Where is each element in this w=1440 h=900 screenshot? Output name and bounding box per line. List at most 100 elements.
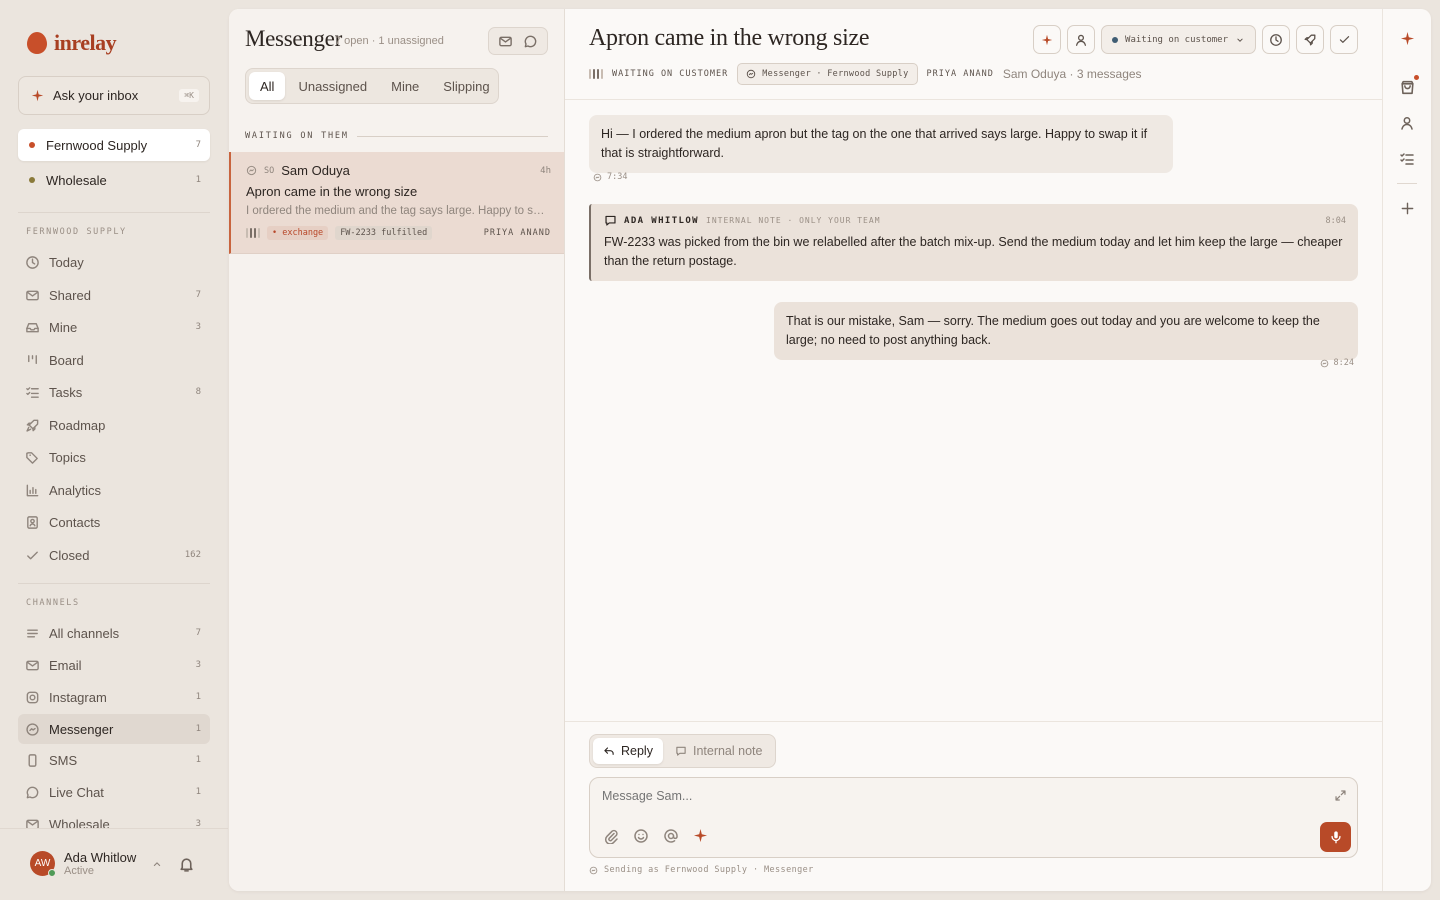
- sidebar-item-topics[interactable]: Topics: [18, 442, 210, 472]
- workspace-name: Fernwood Supply: [46, 137, 148, 153]
- list-tools: [488, 27, 548, 55]
- compose-chat-button[interactable]: [523, 34, 538, 49]
- compose-email-button[interactable]: [498, 34, 513, 49]
- sidebar-item-label: All channels: [49, 625, 120, 641]
- rail-contact-button[interactable]: [1397, 113, 1417, 133]
- sidebar-item-board[interactable]: Board: [18, 345, 210, 375]
- incoming-message-time: 7:34: [593, 172, 627, 182]
- conversation-list: Messenger 7 open · 1 unassigned All Unas…: [229, 9, 565, 891]
- tab-unassigned[interactable]: Unassigned: [287, 72, 378, 100]
- tab-reply[interactable]: Reply: [593, 738, 663, 764]
- rail-tasks-button[interactable]: [1397, 149, 1417, 169]
- channel-chip[interactable]: Messenger · Fernwood Supply: [737, 63, 918, 85]
- messenger-icon: [246, 165, 257, 176]
- check-icon: [1339, 36, 1349, 43]
- sidebar-item-analytics[interactable]: Analytics: [18, 475, 210, 505]
- sidebar-channel-messenger[interactable]: Messenger 1: [18, 714, 210, 744]
- rail-orders-button[interactable]: [1397, 75, 1419, 97]
- chat-bubble-icon: [26, 786, 39, 798]
- user-icon: [1401, 117, 1413, 130]
- tab-internal-note[interactable]: Internal note: [665, 738, 773, 764]
- attach-button[interactable]: [603, 828, 619, 844]
- rail-add-button[interactable]: [1397, 198, 1417, 218]
- rocket-icon: [26, 419, 39, 432]
- sidebar-channel-instagram[interactable]: Instagram 1: [18, 682, 210, 712]
- smiley-icon: [634, 829, 648, 843]
- at-sign-icon: [664, 829, 678, 843]
- sidebar-item-contacts[interactable]: Contacts: [18, 507, 210, 537]
- user-icon: [1076, 34, 1087, 46]
- close-conversation-button[interactable]: [1330, 25, 1358, 54]
- sidebar-item-label: Analytics: [49, 482, 102, 498]
- notifications-button[interactable]: [178, 856, 195, 873]
- rail-ai-button[interactable]: [1397, 28, 1417, 48]
- thread-meta: WAITING ON CUSTOMER Messenger · Fernwood…: [589, 63, 1142, 85]
- sidebar-channel-sms[interactable]: SMS 1: [18, 745, 210, 775]
- tag-order: FW-2233 fulfilled: [335, 226, 433, 240]
- messenger-icon: [26, 722, 39, 736]
- user-menu[interactable]: AW Ada Whitlow Active: [30, 850, 163, 877]
- thread-header: Apron came in the wrong size WAITING ON …: [565, 9, 1382, 100]
- composer-area: Reply Internal note Message Sam... Sendi…: [565, 721, 1382, 891]
- workspace-fernwood-supply[interactable]: Fernwood Supply 7: [18, 129, 210, 161]
- board-icon: [28, 354, 37, 364]
- workspace-dot-icon: [29, 142, 35, 148]
- online-status-icon: [48, 869, 56, 877]
- sidebar: inrelay Ask your inbox ⌘K Fernwood Suppl…: [0, 0, 228, 900]
- priority-bars-icon: [589, 69, 603, 79]
- ai-compose-button[interactable]: [693, 828, 708, 844]
- sidebar-item-count: 7: [195, 290, 201, 300]
- tab-slipping[interactable]: Slipping: [432, 72, 500, 100]
- note-author: ADA WHITLOW: [624, 215, 700, 226]
- expand-composer-button[interactable]: [1334, 789, 1347, 802]
- messenger-icon: [1320, 359, 1328, 367]
- messenger-icon: [747, 69, 756, 79]
- sidebar-item-mine[interactable]: Mine 3: [18, 312, 210, 342]
- chevron-up-icon: [154, 861, 161, 866]
- sidebar-item-shared[interactable]: Shared 7: [18, 280, 210, 310]
- sidebar-item-roadmap[interactable]: Roadmap: [18, 410, 210, 440]
- chevron-down-icon: [1237, 38, 1243, 42]
- app-logo[interactable]: inrelay: [27, 30, 117, 56]
- sidebar-item-closed[interactable]: Closed 162: [18, 540, 210, 570]
- status-dropdown[interactable]: Waiting on customer: [1101, 25, 1256, 54]
- sidebar-item-tasks[interactable]: Tasks 8: [18, 377, 210, 407]
- composer-box: [589, 777, 1358, 858]
- inbox-icon: [26, 322, 39, 332]
- sidebar-item-label: Closed: [49, 547, 90, 563]
- voice-record-button[interactable]: [1320, 822, 1351, 852]
- list-item[interactable]: SO Sam Oduya 4h Apron came in the wrong …: [229, 152, 564, 254]
- microphone-icon: [1330, 831, 1341, 844]
- note-icon: [605, 215, 616, 226]
- channels-section-label: CHANNELS: [26, 598, 80, 608]
- ai-assist-button[interactable]: [1033, 25, 1062, 54]
- messenger-icon: [589, 866, 598, 874]
- tag-exchange: • exchange: [267, 226, 329, 240]
- tab-all[interactable]: All: [249, 72, 286, 100]
- status-dot-icon: [1112, 36, 1119, 43]
- emoji-button[interactable]: [633, 828, 649, 844]
- mention-button[interactable]: [663, 828, 679, 844]
- conversation-subject: Apron came in the wrong size: [246, 184, 418, 199]
- shopping-bag-icon: [1400, 80, 1414, 94]
- sidebar-item-today[interactable]: Today: [18, 247, 210, 277]
- assign-button[interactable]: [1067, 25, 1096, 54]
- sidebar-item-count: 162: [184, 550, 201, 560]
- message-input[interactable]: [602, 789, 1302, 803]
- contact-card-icon: [27, 515, 38, 529]
- sending-as: Sending as Fernwood Supply · Messenger: [589, 865, 814, 875]
- snooze-button[interactable]: [1262, 25, 1290, 54]
- mail-icon: [26, 660, 39, 670]
- ask-inbox-button[interactable]: Ask your inbox ⌘K: [18, 76, 210, 115]
- thread-panel: Apron came in the wrong size WAITING ON …: [565, 9, 1382, 891]
- ask-inbox-shortcut: ⌘K: [179, 89, 199, 102]
- conversation-assignee: PRIYA ANAND: [483, 228, 551, 238]
- sidebar-channel-all[interactable]: All channels 7: [18, 618, 210, 648]
- list-filter-tabs: All Unassigned Mine Slipping: [245, 68, 499, 104]
- status-dropdown-label: Waiting on customer: [1125, 34, 1228, 45]
- sidebar-channel-live-chat[interactable]: Live Chat 1: [18, 777, 210, 807]
- sidebar-channel-email[interactable]: Email 3: [18, 650, 210, 680]
- escalate-button[interactable]: [1296, 25, 1324, 54]
- workspace-wholesale[interactable]: Wholesale 1: [18, 164, 210, 196]
- tab-mine[interactable]: Mine: [380, 72, 430, 100]
